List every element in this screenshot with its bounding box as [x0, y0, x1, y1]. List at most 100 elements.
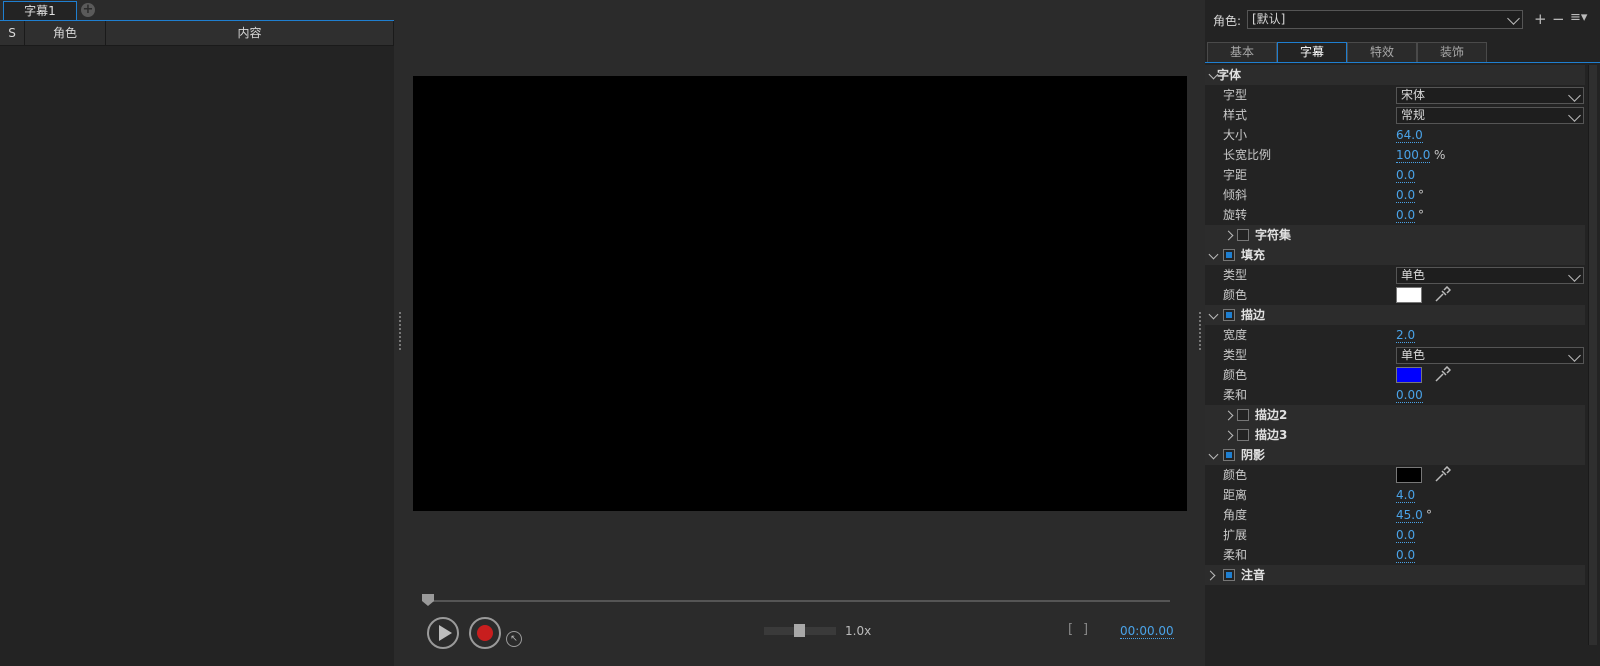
chevron-down-icon[interactable]	[1208, 249, 1219, 260]
mark-in-button[interactable]: [	[1068, 622, 1073, 637]
rotate-unit: °	[1418, 208, 1424, 222]
properties-tabs: 基本 字幕 特效 装饰	[1205, 42, 1600, 62]
fill-checkbox[interactable]	[1223, 249, 1235, 261]
add-role-button[interactable]: +	[1534, 10, 1547, 28]
play-button[interactable]	[427, 617, 459, 649]
stroke-section-label: 描边	[1241, 308, 1266, 322]
mark-out-button[interactable]: ]	[1083, 622, 1088, 637]
properties-scrollbar[interactable]	[1588, 65, 1597, 645]
fill-section-label: 填充	[1241, 248, 1266, 262]
size-row: 大小 64.0	[1205, 125, 1585, 145]
tab-basic[interactable]: 基本	[1207, 42, 1277, 62]
chevron-down-icon	[1568, 89, 1581, 102]
skew-unit: °	[1418, 188, 1424, 202]
font-section-header[interactable]: 字体	[1205, 65, 1585, 85]
stroke3-checkbox[interactable]	[1237, 429, 1249, 441]
ruby-section-header[interactable]: 注音	[1205, 565, 1585, 585]
cursor-icon[interactable]: ↖	[506, 631, 522, 647]
record-button[interactable]	[469, 617, 501, 649]
column-header-s[interactable]: S	[0, 21, 25, 45]
eyedropper-icon[interactable]	[1433, 286, 1451, 304]
shadow-soft-label: 柔和	[1223, 548, 1248, 562]
shadow-angle-unit: °	[1426, 508, 1432, 522]
left-splitter-handle[interactable]	[399, 312, 401, 352]
stroke-checkbox[interactable]	[1223, 309, 1235, 321]
font-type-label: 字型	[1223, 88, 1248, 102]
tab-effects[interactable]: 特效	[1347, 42, 1417, 62]
timecode-field[interactable]: 00:00.00	[1120, 624, 1174, 639]
size-value[interactable]: 64.0	[1396, 128, 1423, 143]
eyedropper-icon[interactable]	[1433, 366, 1451, 384]
tab-subtitle[interactable]: 字幕	[1277, 42, 1347, 62]
fill-color-row: 颜色	[1205, 285, 1585, 305]
stroke-type-select[interactable]: 单色	[1396, 347, 1584, 364]
ruby-checkbox[interactable]	[1223, 569, 1235, 581]
timeline-track[interactable]	[424, 600, 1170, 602]
charset-section-header[interactable]: 字符集	[1205, 225, 1585, 245]
font-type-select[interactable]: 宋体	[1396, 87, 1584, 104]
shadow-distance-value[interactable]: 4.0	[1396, 488, 1416, 503]
shadow-section-header[interactable]: 阴影	[1205, 445, 1585, 465]
role-select-value: [默认]	[1252, 12, 1286, 26]
style-value: 常规	[1401, 108, 1426, 122]
eyedropper-icon[interactable]	[1433, 466, 1451, 484]
chevron-right-icon[interactable]	[1223, 410, 1234, 421]
speed-slider-knob[interactable]	[794, 624, 805, 637]
subtitle-list-header: S 角色 内容	[0, 21, 394, 46]
fill-color-swatch[interactable]	[1396, 287, 1422, 303]
fill-type-row: 类型 单色	[1205, 265, 1585, 285]
stroke3-section-header[interactable]: 描边3	[1205, 425, 1585, 445]
stroke2-checkbox[interactable]	[1237, 409, 1249, 421]
stroke-color-swatch[interactable]	[1396, 367, 1422, 383]
stroke2-section-header[interactable]: 描边2	[1205, 405, 1585, 425]
shadow-expand-label: 扩展	[1223, 528, 1248, 542]
chevron-down-icon[interactable]	[1208, 449, 1219, 460]
style-select[interactable]: 常规	[1396, 107, 1584, 124]
remove-role-button[interactable]: −	[1552, 10, 1565, 28]
aspect-value[interactable]: 100.0	[1396, 148, 1431, 163]
tab-decoration[interactable]: 装饰	[1417, 42, 1487, 62]
fill-section-header[interactable]: 填充	[1205, 245, 1585, 265]
skew-value[interactable]: 0.0	[1396, 188, 1416, 203]
stroke-soft-value[interactable]: 0.00	[1396, 388, 1423, 403]
stroke-section-header[interactable]: 描边	[1205, 305, 1585, 325]
right-splitter-handle[interactable]	[1199, 312, 1201, 352]
chevron-down-icon[interactable]	[1208, 309, 1219, 320]
rotate-row: 旋转 0.0 °	[1205, 205, 1585, 225]
charset-checkbox[interactable]	[1237, 229, 1249, 241]
shadow-color-swatch[interactable]	[1396, 467, 1422, 483]
fill-type-value: 单色	[1401, 268, 1426, 282]
fill-type-select[interactable]: 单色	[1396, 267, 1584, 284]
rotate-value[interactable]: 0.0	[1396, 208, 1416, 223]
shadow-color-row: 颜色	[1205, 465, 1585, 485]
shadow-angle-value[interactable]: 45.0	[1396, 508, 1423, 523]
stroke-soft-label: 柔和	[1223, 388, 1248, 402]
chevron-right-icon[interactable]	[1223, 430, 1234, 441]
spacing-value[interactable]: 0.0	[1396, 168, 1416, 183]
column-header-content[interactable]: 内容	[106, 21, 394, 45]
shadow-soft-value[interactable]: 0.0	[1396, 548, 1416, 563]
skew-row: 倾斜 0.0 °	[1205, 185, 1585, 205]
stroke3-section-label: 描边3	[1255, 428, 1288, 442]
shadow-distance-label: 距离	[1223, 488, 1248, 502]
aspect-unit: %	[1434, 148, 1446, 162]
column-header-role[interactable]: 角色	[25, 21, 106, 45]
chevron-right-icon[interactable]	[1223, 230, 1234, 241]
tab-subtitle-1[interactable]: 字幕1	[3, 1, 77, 20]
stroke-width-value[interactable]: 2.0	[1396, 328, 1416, 343]
skew-label: 倾斜	[1223, 188, 1248, 202]
document-tab-bar: 字幕1 +	[0, 0, 394, 21]
role-select[interactable]: [默认]	[1247, 10, 1523, 29]
role-menu-button[interactable]: ≡▾	[1570, 10, 1587, 25]
aspect-row: 长宽比例 100.0 %	[1205, 145, 1585, 165]
chevron-down-icon	[1568, 349, 1581, 362]
shadow-distance-row: 距离 4.0	[1205, 485, 1585, 505]
stroke-soft-row: 柔和 0.00	[1205, 385, 1585, 405]
fill-type-label: 类型	[1223, 268, 1248, 282]
shadow-expand-value[interactable]: 0.0	[1396, 528, 1416, 543]
shadow-checkbox[interactable]	[1223, 449, 1235, 461]
chevron-right-icon[interactable]	[1205, 570, 1216, 581]
playhead-handle[interactable]	[422, 594, 434, 606]
add-tab-icon[interactable]: +	[81, 3, 95, 17]
font-type-value: 宋体	[1401, 88, 1426, 102]
